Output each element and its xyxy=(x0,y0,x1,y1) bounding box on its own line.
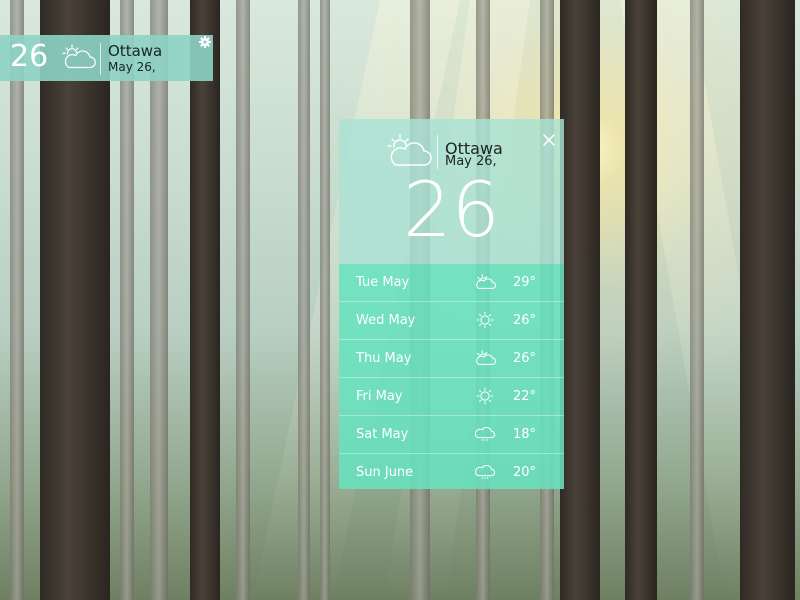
partly-cloudy-icon xyxy=(62,44,96,69)
mini-date: May 26, xyxy=(108,60,156,74)
forecast-day: Sun June xyxy=(356,465,414,480)
gear-icon[interactable] xyxy=(199,36,211,48)
forecast-day: Sat May xyxy=(356,427,409,442)
mini-weather-widget[interactable]: 26 Ottawa May 26, xyxy=(0,35,213,81)
close-icon[interactable] xyxy=(541,132,557,148)
header-divider xyxy=(437,135,438,169)
forecast-row[interactable]: Sat May 18° xyxy=(339,416,564,454)
forecast-row[interactable]: Sun June 20° xyxy=(339,454,564,491)
forecast-row[interactable]: Wed May 26° xyxy=(339,302,564,340)
forecast-row[interactable]: Thu May 26° xyxy=(339,340,564,378)
partly-cloudy-icon xyxy=(387,134,432,166)
weather-card: Ottawa May 26, 26 Tue May 29° Wed May 26… xyxy=(339,119,564,489)
current-temperature: 26 xyxy=(403,165,500,254)
mini-city: Ottawa xyxy=(108,42,163,60)
forecast-temp: 22° xyxy=(513,389,537,404)
partly-cloudy-icon xyxy=(476,274,496,289)
mini-temperature: 26 xyxy=(10,39,49,74)
partly-cloudy-icon xyxy=(476,350,496,365)
forecast-temp: 26° xyxy=(513,351,537,366)
rain-cloud-icon xyxy=(474,426,496,441)
forecast-temp: 29° xyxy=(513,275,537,290)
forecast-list: Tue May 29° Wed May 26° Thu May 26° Fri … xyxy=(339,264,564,489)
forecast-day: Fri May xyxy=(356,389,403,404)
forecast-temp: 20° xyxy=(513,465,537,480)
forecast-row[interactable]: Tue May 29° xyxy=(339,264,564,302)
rain-cloud-icon xyxy=(474,464,496,479)
forecast-row[interactable]: Fri May 22° xyxy=(339,378,564,416)
current-weather-panel: Ottawa May 26, 26 xyxy=(339,119,564,264)
sun-icon xyxy=(476,311,494,329)
forecast-day: Wed May xyxy=(356,313,416,328)
sun-icon xyxy=(476,387,494,405)
forecast-temp: 18° xyxy=(513,427,537,442)
forecast-day: Tue May xyxy=(356,275,410,290)
mini-divider xyxy=(100,43,101,75)
forecast-temp: 26° xyxy=(513,313,537,328)
forecast-day: Thu May xyxy=(356,351,412,366)
